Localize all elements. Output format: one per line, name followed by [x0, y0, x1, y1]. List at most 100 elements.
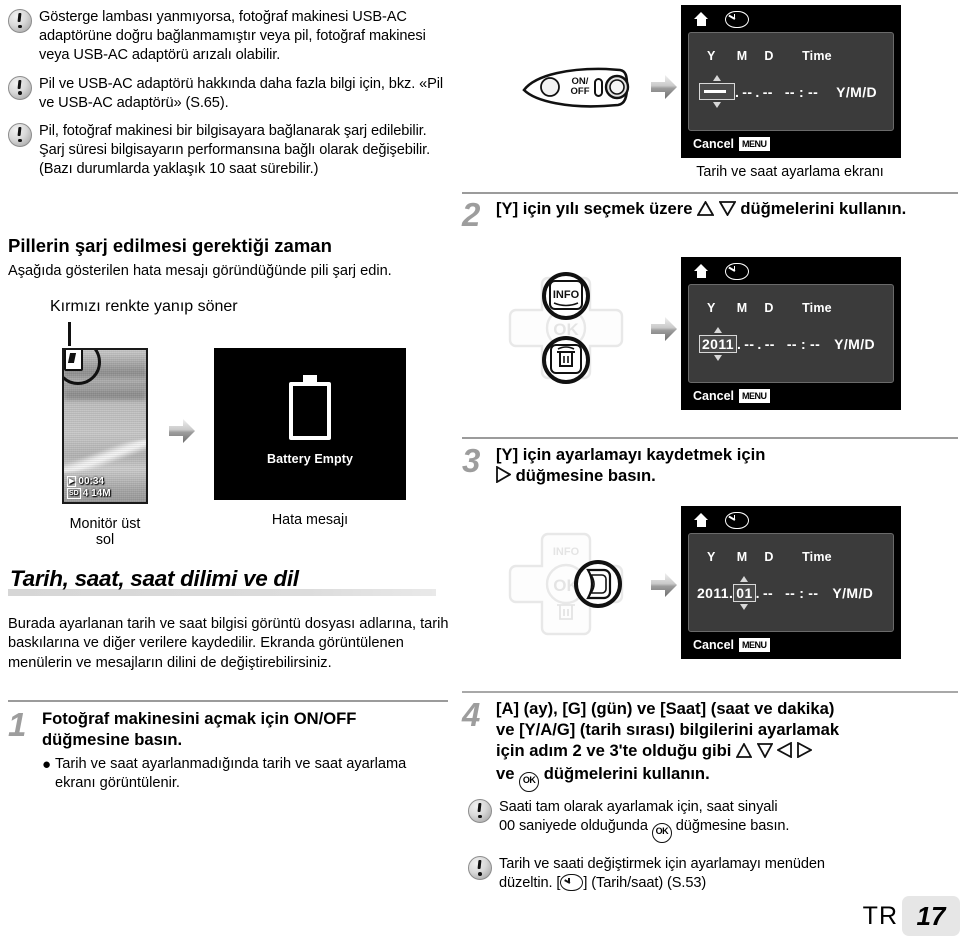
bullet-text: Tarih ve saat ayarlanmadığında tarih ve … [55, 756, 407, 792]
caret-down-icon [713, 102, 721, 108]
caution-note-text: Pil ve USB-AC adaptörü hakkında daha faz… [39, 75, 444, 111]
callout-stem [68, 322, 71, 346]
step-title-line2: düğmesine basın. [496, 465, 958, 488]
step-title-after: düğmelerini kullanın. [740, 199, 907, 218]
menu-button-chip[interactable]: MENU [739, 638, 770, 652]
lcd-year-field[interactable]: 2011 [697, 585, 729, 601]
battery-empty-icon [289, 375, 331, 440]
lcd-header-m: M [736, 550, 748, 564]
lcd-date-order[interactable]: Y/M/D [834, 336, 875, 352]
lcd-dot-1: . [736, 336, 742, 352]
lcd-dot-2: . [755, 83, 760, 100]
step-title-after: düğmesine basın. [515, 466, 656, 485]
step-number: 3 [462, 442, 480, 479]
right-caution-list: Saati tam olarak ayarlamak için, saat si… [468, 798, 954, 900]
step-4: 4 [A] (ay), [G] (gün) ve [Saat] (saat ve… [462, 698, 958, 792]
note-line2-before: 00 saniyede olduğunda [499, 818, 648, 835]
cancel-label: Cancel [693, 638, 734, 652]
movie-icon: ▶ [67, 476, 77, 487]
lcd-header-time: Time [802, 301, 832, 315]
lcd-date-order[interactable]: Y/M/D [836, 84, 877, 100]
caution-note-text: Pil, fotoğraf makinesi bir bilgisayara b… [39, 123, 431, 178]
caret-up-icon [740, 576, 749, 582]
caret-down-icon [740, 604, 749, 610]
lcd-panel: Y M D Time . -- . -- --: -- Y/M/D [688, 32, 894, 131]
lcd-hour-field[interactable]: -- [785, 585, 795, 601]
lcd-figure-1: Y M D Time . -- . -- --: -- Y/M/D Cance… [681, 5, 901, 180]
lcd-day-field[interactable]: -- [765, 336, 775, 352]
camera-lcd-screen: Y M D Time 2011 . 01 . -- --: -- Y/M/D … [681, 506, 901, 659]
lcd-panel: Y M D Time 2011 . 01 . -- --: -- Y/M/D [688, 533, 894, 632]
lcd-day-field[interactable]: -- [763, 585, 773, 601]
lcd-hour-field[interactable]: -- [787, 336, 797, 352]
error-figure: Battery Empty Hata mesajı [214, 348, 406, 528]
right-arrow-icon [650, 316, 678, 342]
language-code: TR [862, 901, 898, 930]
error-caption: Hata mesajı [271, 512, 349, 528]
step4-line3: için adım 2 ve 3'te olduğu gibi [496, 740, 958, 763]
step4-line3-text: için adım 2 ve 3'te olduğu gibi [496, 741, 732, 760]
manual-page: Gösterge lambası yanmıyorsa, fotoğraf ma… [0, 0, 960, 948]
monitor-figure: ▶ 00:34 SD 4 14M Monitör üst sol [62, 348, 148, 548]
caret-up-icon [713, 75, 721, 81]
step-1: 1 Fotoğraf makinesini açmak için ON/OFF … [8, 708, 448, 794]
lcd-datetime-value: 2011 . 01 . -- -- : -- Y/M/D [697, 576, 873, 610]
lcd-figure-3: Y M D Time 2011 . 01 . -- --: -- Y/M/D … [681, 506, 901, 659]
lcd-date-order[interactable]: Y/M/D [832, 585, 873, 601]
lcd-minute-field[interactable]: -- [810, 336, 820, 352]
up-triangle-icon [735, 742, 753, 763]
lcd-minute-field[interactable]: -- [808, 84, 818, 100]
menu-button-chip[interactable]: MENU [739, 137, 770, 151]
lcd-titlebar [682, 6, 900, 32]
right-triangle-icon [496, 465, 512, 488]
clock-icon [725, 511, 749, 529]
camera-lcd-screen: Y M D Time 2011 . -- . -- --: -- Y/M/D … [681, 257, 901, 410]
note-line1: Saati tam olarak ayarlamak için, saat si… [499, 799, 778, 815]
lcd-year-field[interactable] [699, 75, 735, 108]
lcd-caption: Tarih ve saat ayarlama ekranı [696, 164, 884, 180]
lcd-month-field[interactable]: 01 [733, 576, 756, 610]
step-divider [462, 437, 958, 439]
lcd-hour-field[interactable]: -- [785, 84, 795, 100]
monitor-caption: Monitör üst sol [69, 516, 141, 548]
step4-line4-after: düğmelerini kullanın. [543, 764, 710, 783]
clock-icon [725, 10, 749, 28]
lcd-month-field[interactable]: -- [742, 84, 752, 100]
step-title: [Y] için yılı seçmek üzere düğmelerini k… [496, 198, 958, 221]
right-arrow-icon [650, 572, 678, 598]
caution-icon [8, 9, 32, 33]
step-2: 2 [Y] için yılı seçmek üzere düğmelerini… [462, 198, 958, 232]
on-off-switch-icon: ON/ OFF [520, 66, 630, 115]
note-line2: düzeltin. [] (Tarih/saat) (S.53) [499, 874, 825, 893]
step-title: Fotoğraf makinesini açmak için ON/OFF dü… [42, 709, 357, 749]
lcd-minute-field[interactable]: -- [808, 585, 818, 601]
lcd-month-field[interactable]: -- [744, 336, 754, 352]
battery-low-icon [64, 350, 83, 371]
step4-line4-before: ve [496, 764, 515, 783]
note-line2-after: ] (Tarih/saat) (S.53) [583, 875, 707, 892]
lcd-year-field[interactable]: 2011 [699, 327, 737, 361]
caution-note: Pil ve USB-AC adaptörü hakkında daha faz… [8, 75, 452, 113]
step-divider [8, 700, 448, 702]
caution-icon [8, 75, 32, 100]
lcd-header-d: D [764, 301, 774, 315]
lcd-footer: Cancel MENU [682, 632, 900, 658]
lcd-footer: Cancel MENU [682, 383, 900, 409]
menu-button-chip[interactable]: MENU [739, 389, 770, 403]
lcd-day-field[interactable]: -- [763, 84, 773, 100]
home-icon [694, 264, 709, 278]
step-bullet: ● Tarih ve saat ayarlanmadığında tarih v… [42, 755, 448, 794]
right-arrow-icon [168, 418, 196, 444]
step-3: 3 [Y] için ayarlamayı kaydetmek için düğ… [462, 444, 958, 488]
up-triangle-icon [696, 200, 715, 221]
home-icon [694, 513, 709, 527]
step-title-line1: [Y] için ayarlamayı kaydetmek için [496, 445, 766, 464]
step-number: 2 [462, 196, 480, 233]
lcd-datetime-value: 2011 . -- . -- -- : -- Y/M/D [699, 327, 875, 361]
lcd-footer: Cancel MENU [682, 131, 900, 157]
lcd-dot-1: . [735, 83, 740, 100]
down-triangle-icon [756, 742, 774, 763]
lcd-panel: Y M D Time 2011 . -- . -- --: -- Y/M/D [688, 284, 894, 383]
caution-note: Saati tam olarak ayarlamak için, saat si… [468, 798, 954, 844]
clock-icon [725, 262, 749, 280]
